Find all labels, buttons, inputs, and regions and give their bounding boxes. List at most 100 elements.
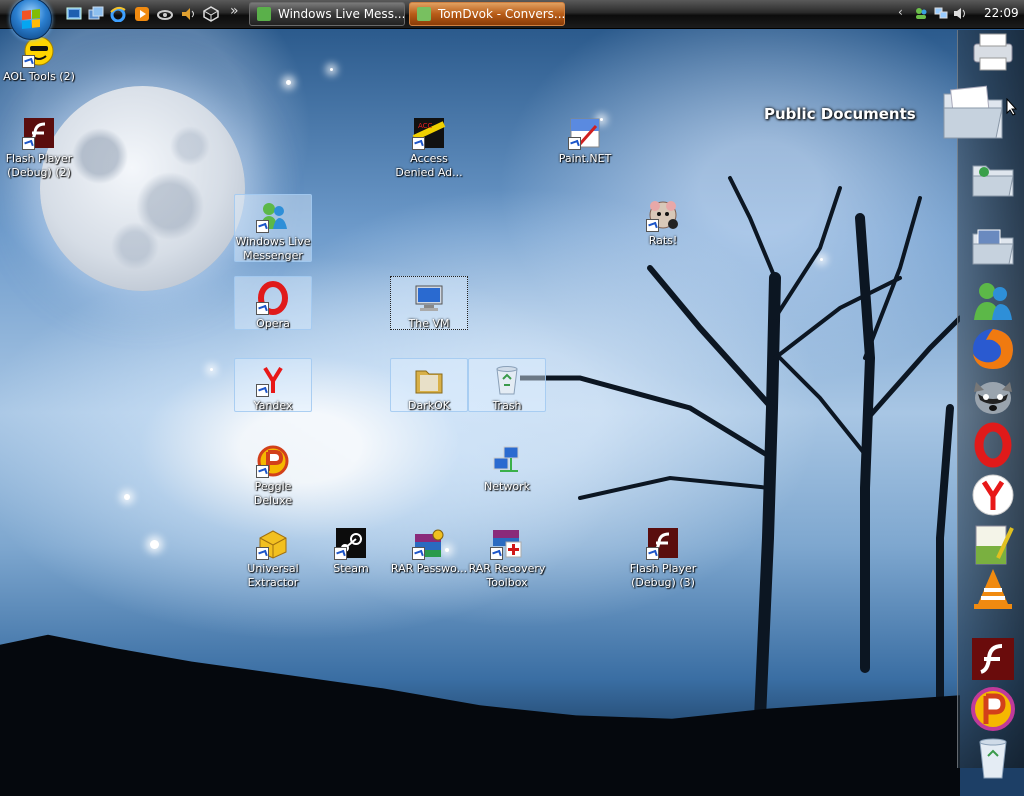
clock[interactable]: 22:09 <box>984 6 1019 20</box>
desktop-icon-label: Access Denied Ad... <box>395 152 463 179</box>
peggle-icon <box>256 444 290 478</box>
switch-windows-icon[interactable] <box>88 6 104 22</box>
right-dock <box>943 30 1024 779</box>
shortcut-arrow-icon <box>568 137 581 150</box>
shortcut-arrow-icon <box>256 465 269 478</box>
windows-logo-icon <box>22 9 40 29</box>
desktop-icon-steam[interactable]: Steam <box>312 522 390 576</box>
shortcut-arrow-icon <box>412 137 425 150</box>
mouse-cursor-icon <box>1006 98 1018 116</box>
access-denied-icon: ACC <box>412 116 446 150</box>
internet-explorer-icon[interactable] <box>110 6 126 22</box>
desktop-icon-label: Paint.NET <box>558 152 612 165</box>
volume-icon[interactable] <box>953 7 967 20</box>
desktop-icon-paint-net[interactable]: Paint.NET <box>546 112 624 166</box>
taskbar: » Windows Live Mess... TomDvok - Convers… <box>0 0 1024 40</box>
notepad-icon[interactable] <box>970 522 1016 568</box>
desktop-icon-rar-password[interactable]: RAR Passwo... <box>390 522 468 576</box>
shortcut-arrow-icon <box>490 547 503 560</box>
flash-player-icon <box>646 526 680 560</box>
taskbar-button-messenger[interactable]: Windows Live Mess... <box>249 2 405 26</box>
computer-icon <box>412 281 446 315</box>
desktop-icon-label: Flash Player (Debug) (2) <box>5 152 73 179</box>
desktop-icon-peggle-deluxe[interactable]: Peggle Deluxe <box>234 440 312 508</box>
opera-icon[interactable] <box>970 422 1016 468</box>
peggle-icon[interactable] <box>970 686 1016 732</box>
desktop-icon-label: Windows Live Messenger <box>235 235 311 262</box>
shortcut-arrow-icon <box>256 547 269 560</box>
desktop-icon-trash[interactable]: Trash <box>468 358 546 412</box>
rats-icon <box>646 198 680 232</box>
yandex-icon[interactable] <box>970 472 1016 518</box>
tray-expand-button[interactable]: ‹ <box>898 5 903 19</box>
documents-folder-icon[interactable] <box>940 82 1006 144</box>
desktop-icon-label: Peggle Deluxe <box>253 480 293 507</box>
media-player-icon[interactable] <box>134 6 150 22</box>
shortcut-arrow-icon <box>256 302 269 315</box>
rar-recovery-icon <box>490 526 524 560</box>
messenger-status-icon[interactable] <box>914 7 928 20</box>
desktop-icon-access-denied[interactable]: ACC Access Denied Ad... <box>390 112 468 180</box>
raccoon-icon[interactable] <box>970 372 1016 418</box>
desktop-icon-label: DarkOK <box>408 399 450 412</box>
recycle-bin-icon[interactable] <box>970 734 1016 780</box>
shortcut-arrow-icon <box>22 137 35 150</box>
star <box>124 494 130 500</box>
star <box>210 368 213 371</box>
desktop-icon-flash-player-3[interactable]: Flash Player (Debug) (3) <box>624 522 702 590</box>
desktop-icon-yandex[interactable]: Yandex <box>234 358 312 412</box>
desktop-icon-label: Yandex <box>253 399 293 412</box>
network-wifi-icon[interactable] <box>157 6 173 22</box>
desktop-icon-network[interactable]: Network <box>468 440 546 494</box>
star <box>286 80 291 85</box>
pictures-folder-icon[interactable] <box>970 224 1016 270</box>
flash-player-icon <box>22 116 56 150</box>
folder-icon <box>412 363 446 397</box>
desktop-icon-label: AOL Tools (2) <box>3 70 75 83</box>
cube-icon[interactable] <box>203 6 219 22</box>
desktop-icon-darkok[interactable]: DarkOK <box>390 358 468 412</box>
desktop-icon-label: Opera <box>256 317 290 330</box>
steam-icon <box>334 526 368 560</box>
star <box>330 68 333 71</box>
show-desktop-icon[interactable] <box>66 6 82 22</box>
rar-password-icon <box>412 526 446 560</box>
taskbar-button-conversation[interactable]: TomDvok - Convers... <box>409 2 565 26</box>
desktop-icon-label: RAR Recovery Toolbox <box>468 562 546 589</box>
taskbar-button-label: TomDvok - Convers... <box>438 7 565 21</box>
messenger-icon[interactable] <box>970 278 1016 324</box>
messenger-icon <box>257 7 271 21</box>
quick-launch-overflow[interactable]: » <box>230 3 239 19</box>
network-status-icon[interactable] <box>934 7 948 20</box>
desktop-icon-rats[interactable]: Rats! <box>624 194 702 248</box>
opera-icon <box>256 281 290 315</box>
desktop-icon-universal-extractor[interactable]: Universal Extractor <box>234 522 312 590</box>
desktop-icon-label: Trash <box>492 399 522 412</box>
star <box>150 540 159 549</box>
yandex-icon <box>256 363 290 397</box>
desktop-icon-label: RAR Passwo... <box>390 562 468 575</box>
dock-hover-label: Public Documents <box>764 105 916 123</box>
desktop-icon-label: Rats! <box>648 234 678 247</box>
printer-icon[interactable] <box>970 30 1016 76</box>
start-button[interactable] <box>10 0 52 40</box>
shortcut-arrow-icon <box>646 219 659 232</box>
desktop-icon-label: Universal Extractor <box>247 562 299 589</box>
desktop-icon-windows-live-messenger[interactable]: Windows Live Messenger <box>234 194 312 262</box>
messenger-icon <box>417 7 431 21</box>
desktop-icon-the-vm[interactable]: The VM <box>390 276 468 330</box>
bare-trees <box>520 176 960 718</box>
desktop-icon-opera[interactable]: Opera <box>234 276 312 330</box>
firefox-icon[interactable] <box>970 326 1016 372</box>
desktop-icon-label: Flash Player (Debug) (3) <box>629 562 697 589</box>
music-folder-icon[interactable] <box>970 156 1016 202</box>
desktop-icon-label: Network <box>484 480 530 493</box>
desktop-icon-rar-recovery-toolbox[interactable]: RAR Recovery Toolbox <box>468 522 546 590</box>
volume-icon[interactable] <box>180 6 196 22</box>
flash-icon[interactable] <box>970 636 1016 682</box>
desktop-icon-label: The VM <box>408 317 450 330</box>
svg-text:ACC: ACC <box>418 122 433 130</box>
vlc-icon[interactable] <box>970 566 1016 612</box>
paint-net-icon <box>568 116 602 150</box>
desktop-icon-flash-player-2[interactable]: Flash Player (Debug) (2) <box>0 112 78 180</box>
